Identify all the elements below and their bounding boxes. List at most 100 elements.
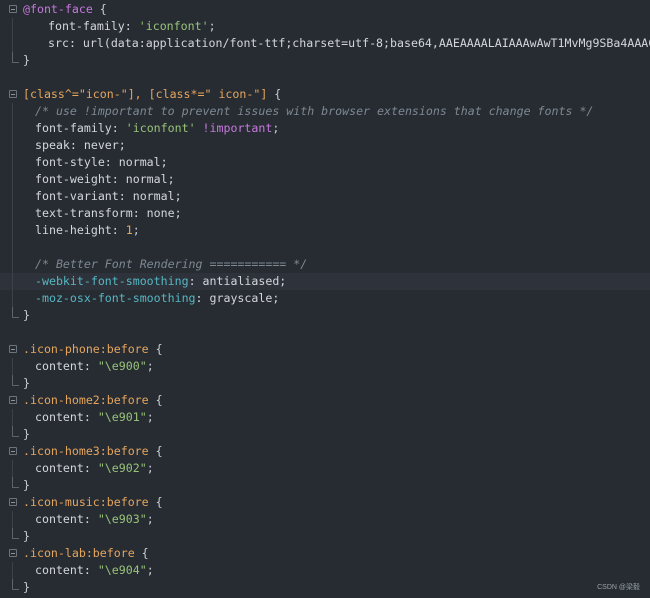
code-token: content:	[35, 410, 98, 424]
code-line[interactable]: .icon-home2:before {	[0, 392, 650, 409]
fold-guide	[12, 222, 16, 239]
code-token: {	[267, 87, 282, 101]
code-line[interactable]: font-variant: normal;	[0, 188, 650, 205]
code-token: }	[23, 376, 30, 390]
code-text: line-height: 1;	[35, 222, 140, 239]
code-line[interactable]: font-family: 'iconfont' !important;	[0, 120, 650, 137]
code-line[interactable]	[0, 239, 650, 256]
code-editor[interactable]: @font-face {font-family: 'iconfont'; src:…	[0, 0, 650, 598]
code-text: }	[23, 375, 30, 392]
code-text: .icon-lab:before {	[23, 545, 149, 562]
code-token: }	[23, 580, 30, 594]
code-line[interactable]: content: "\e903";	[0, 511, 650, 528]
fold-toggle-icon[interactable]	[9, 345, 17, 353]
code-text: content: "\e901";	[35, 409, 154, 426]
code-token: .icon-music:before	[23, 495, 149, 509]
fold-end-marker	[12, 52, 19, 63]
fold-toggle-icon[interactable]	[9, 5, 17, 13]
code-token: .icon-lab:before	[23, 546, 135, 560]
code-line[interactable]: [class^="icon-"], [class*=" icon-"] {	[0, 86, 650, 103]
code-line[interactable]: }	[0, 375, 650, 392]
fold-guide	[12, 239, 16, 256]
code-line[interactable]: content: "\e902";	[0, 460, 650, 477]
code-text: content: "\e904";	[35, 562, 154, 579]
code-line[interactable]: -moz-osx-font-smoothing: grayscale;	[0, 290, 650, 307]
code-token: {	[148, 342, 163, 356]
code-line[interactable]: speak: never;	[0, 137, 650, 154]
code-line[interactable]: text-transform: none;	[0, 205, 650, 222]
code-line[interactable]	[0, 69, 650, 86]
code-text: }	[23, 426, 30, 443]
code-token: {	[134, 546, 149, 560]
code-line[interactable]: font-family: 'iconfont';	[0, 18, 650, 35]
code-line[interactable]: /* use !important to prevent issues with…	[0, 103, 650, 120]
code-area[interactable]: @font-face {font-family: 'iconfont'; src:…	[0, 1, 650, 596]
code-token: "\e900"	[97, 359, 147, 373]
fold-guide	[12, 205, 16, 222]
code-line[interactable]: }	[0, 426, 650, 443]
code-line[interactable]: .icon-music:before {	[0, 494, 650, 511]
code-token: content:	[35, 359, 98, 373]
code-line[interactable]: /* Better Font Rendering =========== */	[0, 256, 650, 273]
code-line[interactable]: }	[0, 528, 650, 545]
code-token: }	[23, 53, 30, 67]
fold-guide	[12, 409, 16, 426]
code-token: ;	[146, 359, 154, 373]
code-text: content: "\e900";	[35, 358, 154, 375]
fold-guide	[12, 460, 16, 477]
fold-end-marker	[12, 528, 19, 539]
fold-toggle-icon[interactable]	[9, 396, 17, 404]
code-line[interactable]: content: "\e900";	[0, 358, 650, 375]
code-token: font-style: normal;	[35, 155, 168, 169]
code-token: 'iconfont'	[125, 121, 196, 135]
code-text: /* use !important to prevent issues with…	[35, 103, 593, 120]
code-text: font-variant: normal;	[35, 188, 182, 205]
code-token: 1	[125, 223, 133, 237]
fold-guide	[12, 273, 16, 290]
code-line[interactable]: line-height: 1;	[0, 222, 650, 239]
code-line[interactable]: content: "\e901";	[0, 409, 650, 426]
code-token: @font-face	[23, 2, 93, 16]
code-line[interactable]: }	[0, 307, 650, 324]
code-line[interactable]: @font-face {	[0, 1, 650, 18]
code-line[interactable]: -webkit-font-smoothing: antialiased;	[0, 273, 650, 290]
code-text: src: url(data:application/font-ttf;chars…	[48, 35, 650, 52]
code-text: }	[23, 579, 30, 596]
code-line[interactable]: .icon-phone:before {	[0, 341, 650, 358]
code-text: .icon-phone:before {	[23, 341, 163, 358]
code-token: font-weight: normal;	[35, 172, 175, 186]
code-token: ;	[146, 563, 154, 577]
code-line[interactable]: font-style: normal;	[0, 154, 650, 171]
code-line[interactable]: }	[0, 52, 650, 69]
code-line[interactable]: src: url(data:application/font-ttf;chars…	[0, 35, 650, 52]
code-token: font-family:	[48, 19, 139, 33]
fold-toggle-icon[interactable]	[9, 549, 17, 557]
code-token: content:	[35, 512, 98, 526]
code-line[interactable]: .icon-home3:before {	[0, 443, 650, 460]
code-token: font-variant: normal;	[35, 189, 182, 203]
fold-end-marker	[12, 307, 19, 318]
fold-toggle-icon[interactable]	[9, 90, 17, 98]
code-line[interactable]: }	[0, 477, 650, 494]
fold-guide	[12, 35, 16, 52]
code-token: "\e903"	[97, 512, 147, 526]
code-line[interactable]: font-weight: normal;	[0, 171, 650, 188]
code-text: @font-face {	[23, 1, 107, 18]
code-token: 'iconfont'	[138, 19, 209, 33]
code-text: .icon-home2:before {	[23, 392, 163, 409]
code-token: -moz-osx-font-smoothing	[35, 291, 196, 305]
code-text: }	[23, 307, 30, 324]
fold-toggle-icon[interactable]	[9, 498, 17, 506]
code-text: }	[23, 477, 30, 494]
code-text: content: "\e902";	[35, 460, 154, 477]
code-line[interactable]: }	[0, 579, 650, 596]
code-line[interactable]: .icon-lab:before {	[0, 545, 650, 562]
code-line[interactable]	[0, 324, 650, 341]
code-token: {	[148, 393, 163, 407]
fold-toggle-icon[interactable]	[9, 447, 17, 455]
fold-guide	[12, 171, 16, 188]
code-text: /* Better Font Rendering =========== */	[35, 256, 307, 273]
code-line[interactable]: content: "\e904";	[0, 562, 650, 579]
code-token: }	[23, 308, 30, 322]
code-text: .icon-home3:before {	[23, 443, 163, 460]
